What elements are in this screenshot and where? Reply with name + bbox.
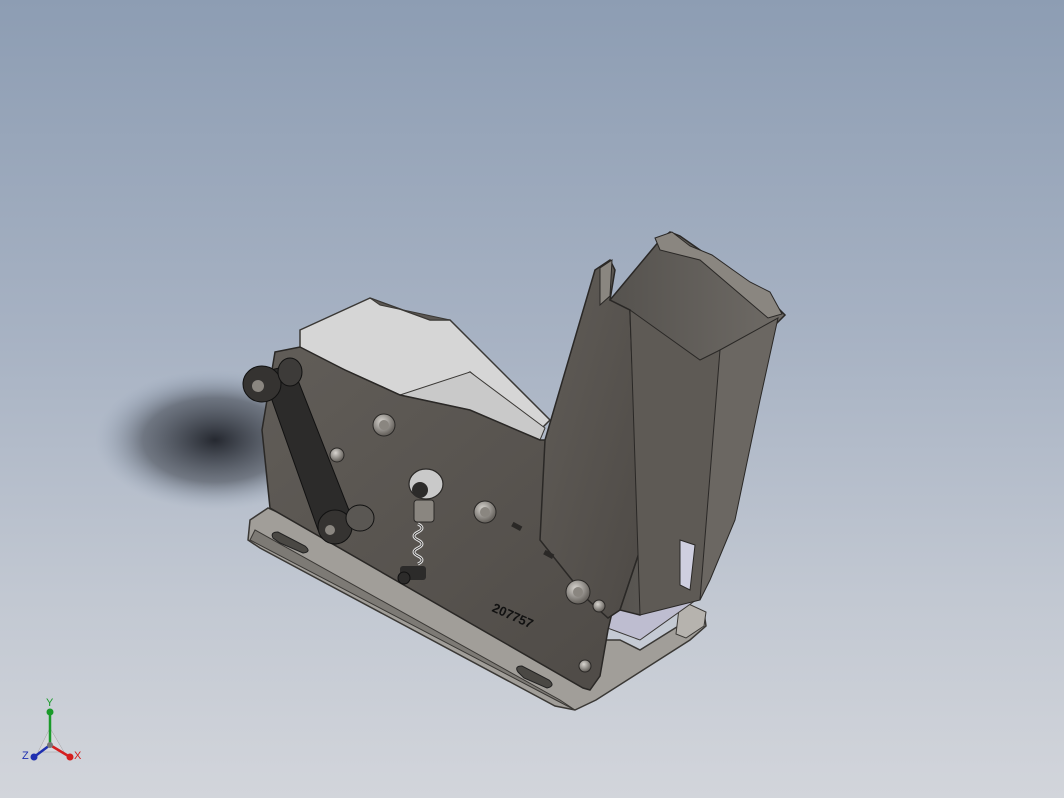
chute-channel [539,231,787,619]
bolt [592,599,606,613]
model-view[interactable] [0,0,1064,798]
graphics-viewport[interactable]: 207757 Y X Z [0,0,1064,798]
y-axis-label: Y [46,697,54,709]
bolt [578,659,592,673]
coordinate-triad[interactable] [30,708,74,761]
x-axis-label: X [74,750,82,762]
z-axis-label: Z [22,750,29,762]
bolt [329,447,345,463]
